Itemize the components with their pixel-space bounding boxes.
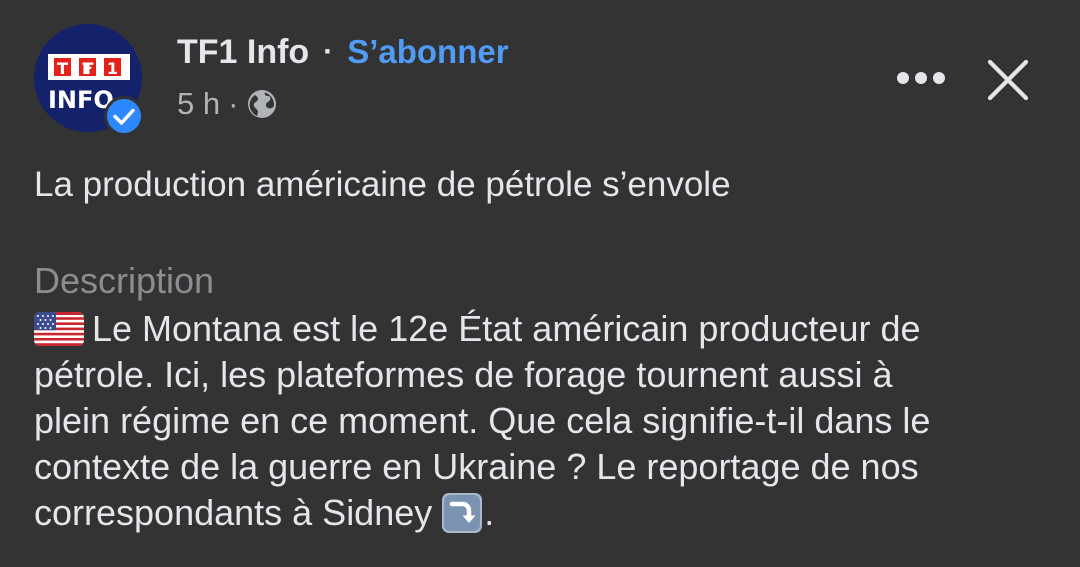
post-header: TF1 Info · S’abonner (177, 30, 509, 74)
description-line: Le Montana est le 12e État américain pro… (34, 306, 1064, 352)
svg-text:1: 1 (107, 59, 118, 78)
post-card: T T T F 1 INFO TF1 Info · S’abonner 5 h … (0, 0, 1080, 567)
page-name[interactable]: TF1 Info (177, 33, 309, 72)
post-time[interactable]: 5 h (177, 86, 220, 122)
description-label: Description (34, 260, 215, 301)
header-separator: · (323, 35, 334, 68)
description-line: contexte de la guerre en Ukraine ? Le re… (34, 446, 919, 487)
description-line: plein régime en ce moment. Que cela sign… (34, 400, 931, 441)
svg-text:T: T (57, 59, 68, 78)
post-meta: 5 h · (177, 84, 278, 124)
description-body: Le Montana est le 12e État américain pro… (34, 306, 1064, 536)
meta-separator: · (228, 86, 239, 121)
us-flag-icon (34, 312, 84, 346)
post-title[interactable]: La production américaine de pétrole s’en… (34, 160, 731, 210)
svg-text:F: F (82, 59, 93, 78)
description-end: . (484, 492, 495, 533)
close-icon[interactable] (980, 52, 1036, 108)
description-line: correspondants à Sidney . (34, 490, 1064, 536)
verified-badge-icon (104, 96, 144, 136)
follow-button[interactable]: S’abonner (347, 33, 508, 71)
arrow-down-right-icon (442, 493, 483, 533)
globe-icon[interactable] (246, 88, 278, 120)
more-options-icon[interactable] (888, 58, 954, 98)
description-text: correspondants à Sidney (34, 492, 433, 533)
description-text: Le Montana est le 12e État américain pro… (92, 308, 921, 349)
description-line: pétrole. Ici, les plateformes de forage … (34, 354, 893, 395)
